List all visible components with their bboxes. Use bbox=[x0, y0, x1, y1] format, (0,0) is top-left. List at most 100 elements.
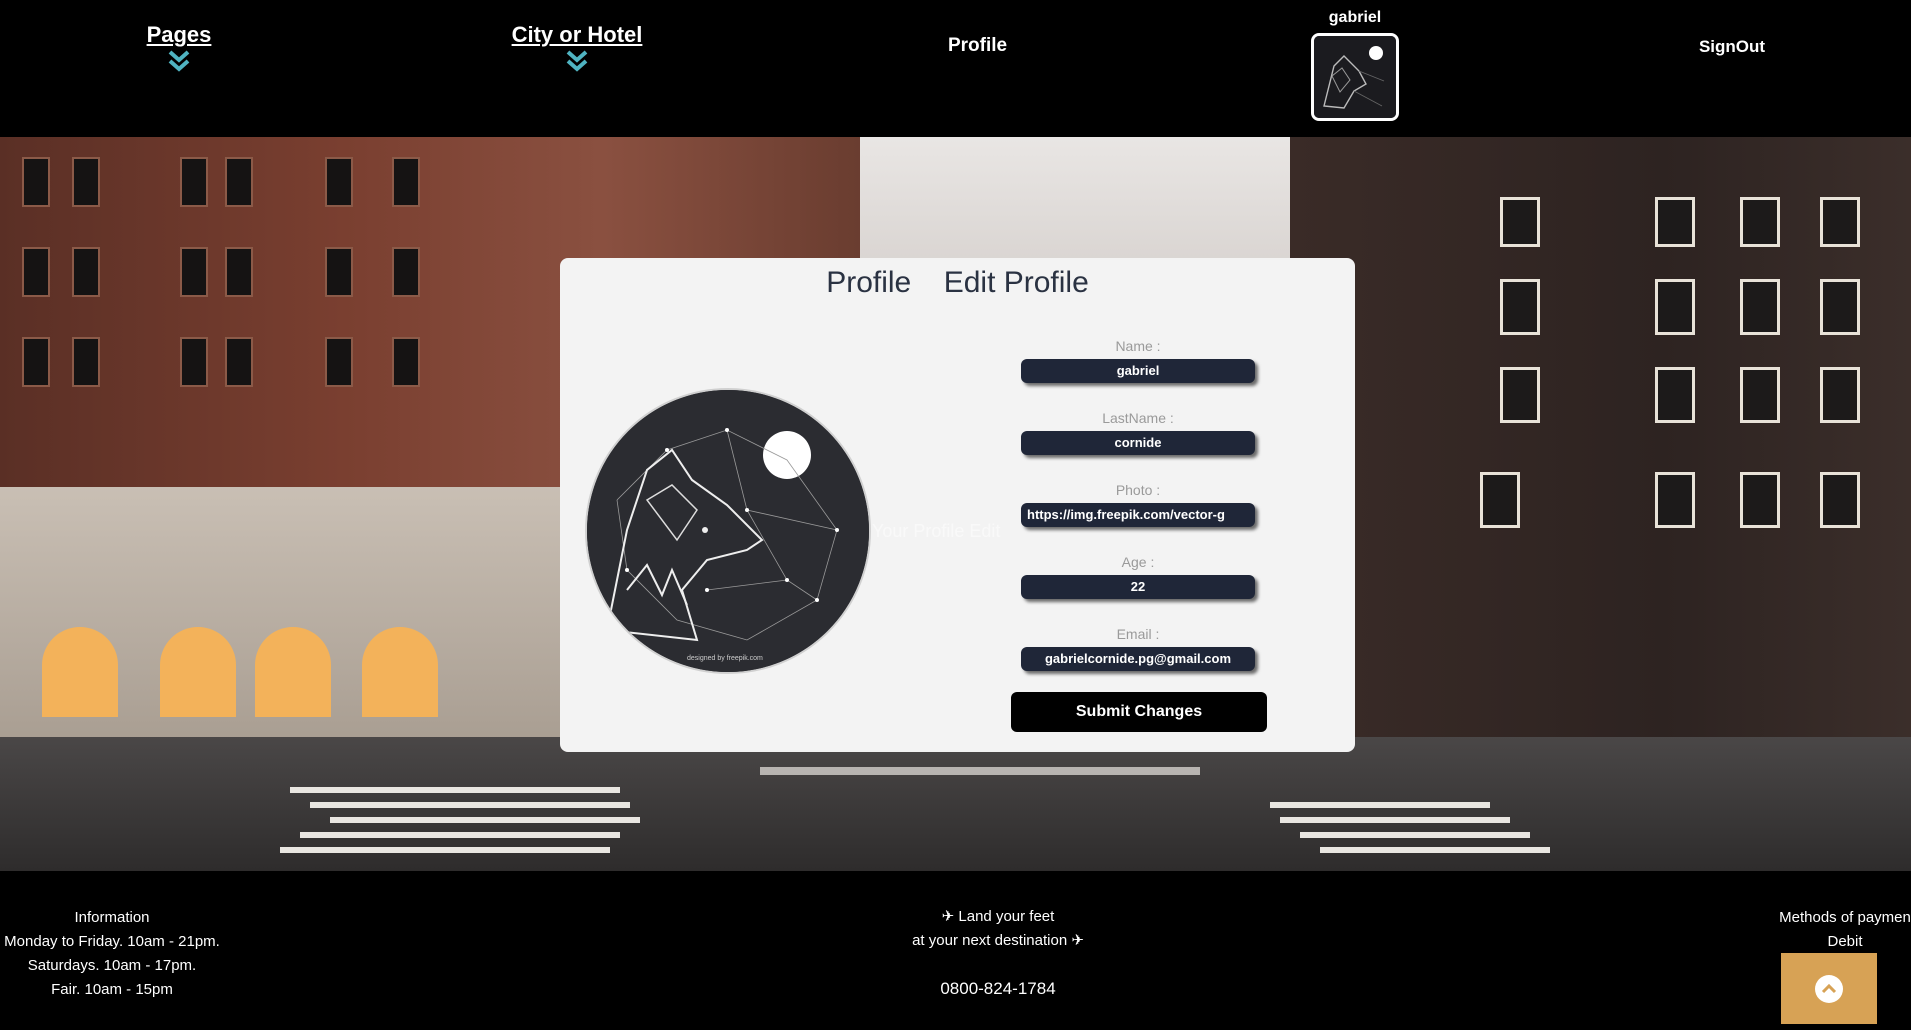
window bbox=[392, 157, 420, 207]
payment-heading: Methods of paymen bbox=[1779, 909, 1911, 926]
crosswalk-stripe bbox=[1300, 832, 1530, 838]
wolf-illustration: designed by freepik.com bbox=[587, 390, 869, 672]
age-label: Age : bbox=[1121, 554, 1155, 570]
window bbox=[1820, 472, 1860, 528]
lastname-input[interactable]: cornide bbox=[1021, 431, 1255, 455]
name-input[interactable]: gabriel bbox=[1021, 359, 1255, 383]
window bbox=[1740, 197, 1780, 247]
window bbox=[1500, 367, 1540, 423]
nav-pages-label[interactable]: Pages bbox=[143, 22, 215, 48]
double-chevron-down-icon bbox=[566, 50, 588, 72]
window bbox=[1500, 279, 1540, 335]
crosswalk-stripe bbox=[1270, 802, 1490, 808]
profile-picture: designed by freepik.com bbox=[585, 388, 871, 674]
window bbox=[72, 247, 100, 297]
window bbox=[1740, 367, 1780, 423]
storefront-arch bbox=[362, 627, 438, 717]
photo-field-group: Photo : https://img.freepik.com/vector-g bbox=[1016, 482, 1260, 554]
window bbox=[325, 337, 353, 387]
wolf-avatar-image bbox=[1314, 36, 1396, 118]
image-credit: designed by freepik.com bbox=[687, 655, 763, 662]
tab-profile[interactable]: Profile bbox=[826, 266, 911, 300]
age-field-group: Age : 22 bbox=[1016, 554, 1260, 626]
window bbox=[1820, 367, 1860, 423]
nav-city-hotel-label[interactable]: City or Hotel bbox=[505, 22, 649, 48]
window bbox=[22, 157, 50, 207]
window bbox=[1655, 472, 1695, 528]
hours-weekdays: Monday to Friday. 10am - 21pm. bbox=[4, 933, 220, 950]
chevron-up-icon bbox=[1815, 975, 1843, 1003]
window bbox=[1820, 279, 1860, 335]
age-input[interactable]: 22 bbox=[1021, 575, 1255, 599]
storefront-arch bbox=[255, 627, 331, 717]
avatar[interactable] bbox=[1311, 33, 1399, 121]
storefront-arch bbox=[42, 627, 118, 717]
photo-url-input[interactable]: https://img.freepik.com/vector-g bbox=[1021, 503, 1255, 527]
window bbox=[1740, 472, 1780, 528]
profile-tabs: Profile Edit Profile bbox=[560, 266, 1355, 300]
email-input[interactable]: gabrielcornide.pg@gmail.com bbox=[1021, 647, 1255, 671]
info-heading: Information bbox=[74, 909, 150, 926]
edit-profile-form: Name : gabriel LastName : cornide Photo … bbox=[1016, 338, 1260, 698]
crosswalk-stripe bbox=[310, 802, 630, 808]
window bbox=[72, 157, 100, 207]
double-chevron-down-icon bbox=[168, 50, 190, 72]
window bbox=[1500, 197, 1540, 247]
tagline-line-2: at your next destination ✈ bbox=[912, 932, 1084, 949]
hours-saturday: Saturdays. 10am - 17pm. bbox=[27, 957, 197, 974]
brick-building-right bbox=[1290, 137, 1911, 777]
window bbox=[1655, 367, 1695, 423]
lastname-field-group: LastName : cornide bbox=[1016, 410, 1260, 482]
window bbox=[1740, 279, 1780, 335]
nav-profile-link[interactable]: Profile bbox=[930, 35, 1025, 57]
hours-fair: Fair. 10am - 15pm bbox=[51, 981, 173, 998]
email-label: Email : bbox=[1116, 626, 1160, 642]
email-field-group: Email : gabrielcornide.pg@gmail.com bbox=[1016, 626, 1260, 698]
window bbox=[180, 337, 208, 387]
crosswalk-stripe bbox=[300, 832, 620, 838]
window bbox=[225, 337, 253, 387]
storefront-arch bbox=[160, 627, 236, 717]
crosswalk-stripe bbox=[280, 847, 610, 853]
opening-hours: Information Monday to Friday. 10am - 21p… bbox=[0, 906, 224, 1002]
window bbox=[1480, 472, 1520, 528]
window bbox=[1820, 197, 1860, 247]
window bbox=[180, 247, 208, 297]
scroll-to-top-button[interactable] bbox=[1781, 953, 1877, 1024]
window bbox=[325, 247, 353, 297]
nav-pages-dropdown[interactable]: Pages bbox=[143, 22, 215, 72]
tagline-line-1: ✈ Land your feet bbox=[941, 908, 1055, 925]
window bbox=[22, 337, 50, 387]
payment-debit: Debit bbox=[1827, 933, 1863, 950]
window bbox=[325, 157, 353, 207]
nav-city-hotel-dropdown[interactable]: City or Hotel bbox=[505, 22, 649, 72]
window bbox=[1655, 279, 1695, 335]
tab-edit-profile[interactable]: Edit Profile bbox=[944, 266, 1089, 300]
window bbox=[72, 337, 100, 387]
submit-changes-button[interactable]: Submit Changes bbox=[1011, 692, 1267, 732]
name-label: Name : bbox=[1115, 338, 1161, 354]
signout-link[interactable]: SignOut bbox=[1690, 37, 1774, 57]
tagline: ✈ Land your feet at your next destinatio… bbox=[880, 905, 1116, 953]
crosswalk-stripe bbox=[330, 817, 640, 823]
window bbox=[225, 247, 253, 297]
crosswalk-stripe bbox=[1280, 817, 1510, 823]
window bbox=[392, 337, 420, 387]
photo-label: Photo : bbox=[1115, 482, 1161, 498]
window bbox=[22, 247, 50, 297]
name-field-group: Name : gabriel bbox=[1016, 338, 1260, 410]
footer: Information Monday to Friday. 10am - 21p… bbox=[0, 871, 1911, 1030]
lastname-label: LastName : bbox=[1102, 410, 1174, 426]
profile-edit-overlay-text: Your Profile Edit bbox=[872, 521, 1001, 541]
phone-number: 0800-824-1784 bbox=[940, 979, 1056, 998]
payment-methods: Methods of paymen Debit bbox=[1750, 906, 1911, 954]
city-background-image: Profile Edit Profile designed by freepik… bbox=[0, 137, 1911, 871]
window bbox=[1655, 197, 1695, 247]
window bbox=[392, 247, 420, 297]
window bbox=[180, 157, 208, 207]
profile-card: Profile Edit Profile designed by freepik… bbox=[560, 258, 1355, 752]
user-block: gabriel bbox=[1308, 9, 1402, 121]
username: gabriel bbox=[1328, 9, 1382, 26]
window bbox=[225, 157, 253, 207]
crosswalk-stripe bbox=[1320, 847, 1550, 853]
